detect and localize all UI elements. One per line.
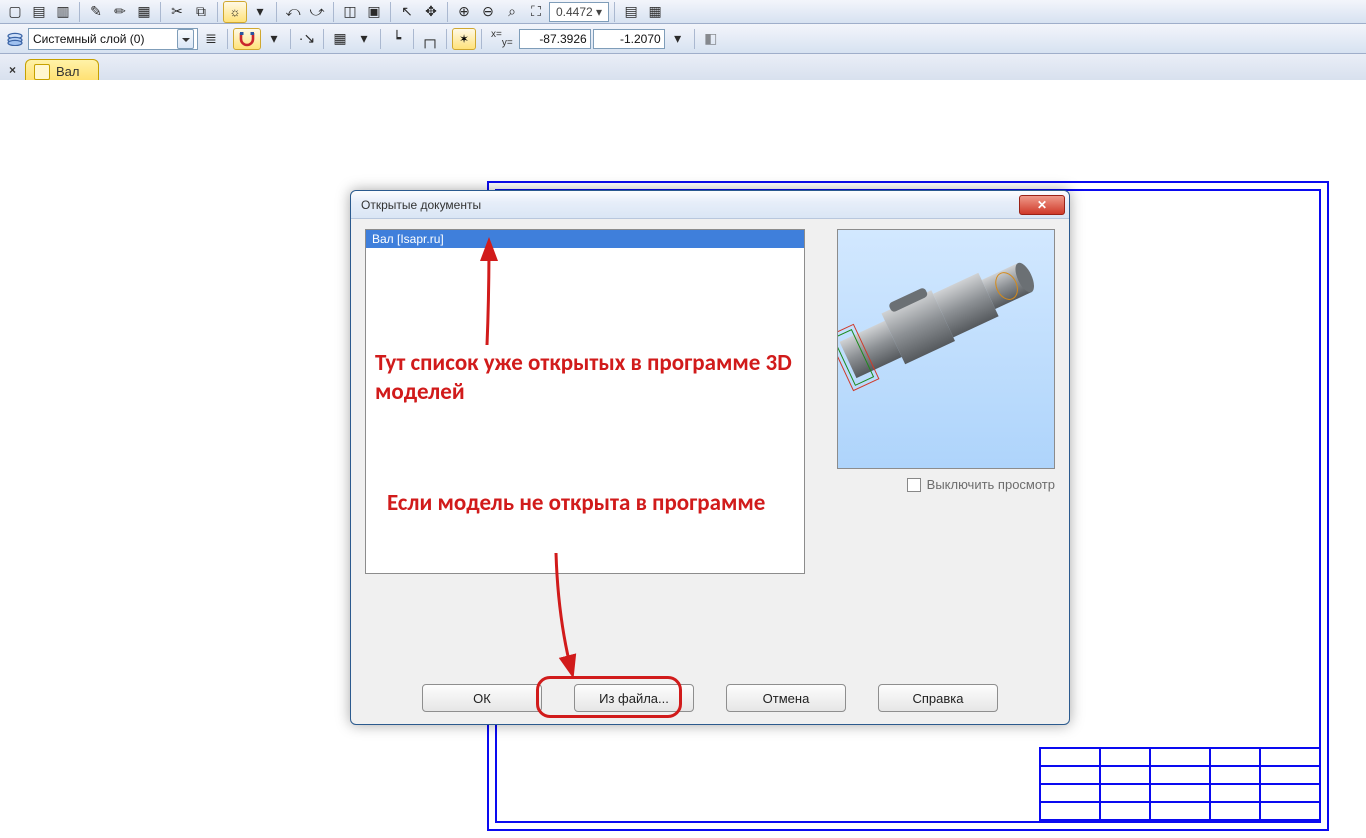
zoom-value-display[interactable]: 0.4472 ▾	[549, 2, 609, 22]
close-tab-button[interactable]: ×	[4, 61, 21, 79]
tool-icon[interactable]: ◧	[700, 28, 722, 50]
tool-icon[interactable]: ▣	[363, 1, 385, 23]
tool-icon[interactable]: ▤	[28, 1, 50, 23]
tool-icon[interactable]: ✂	[166, 1, 188, 23]
snap-magnet-icon[interactable]	[233, 28, 261, 50]
dropdown-icon[interactable]: ▾	[353, 28, 375, 50]
snap-point-icon[interactable]: ·↘	[296, 28, 318, 50]
tool-icon[interactable]: ◫	[339, 1, 361, 23]
tool-icon[interactable]: ▤	[620, 1, 642, 23]
coord-dropdown[interactable]: ▾	[667, 28, 689, 50]
layer-name-label: Системный слой (0)	[33, 32, 144, 46]
checkbox-icon[interactable]	[907, 478, 921, 492]
checkbox-label: Выключить просмотр	[927, 477, 1055, 492]
xy-prefix-label: x=y=	[487, 29, 517, 48]
from-file-button[interactable]: Из файла...	[574, 684, 694, 712]
snap-round-icon[interactable]: ✶	[452, 28, 476, 50]
tool-icon[interactable]: ✎	[85, 1, 107, 23]
tool-icon[interactable]: ▾	[249, 1, 271, 23]
coord-x-input[interactable]	[519, 29, 591, 49]
tool-icon[interactable]: ⧉	[190, 1, 212, 23]
tool-highlighted-icon[interactable]: ☼	[223, 1, 247, 23]
disable-preview-checkbox[interactable]: Выключить просмотр	[907, 477, 1055, 492]
tool-icon[interactable]: ▢	[4, 1, 26, 23]
layers-icon[interactable]	[4, 28, 26, 50]
open-documents-dialog: Открытые документы ✕ Вал [Isapr.ru]	[350, 190, 1070, 725]
cursor-icon[interactable]: ↖	[396, 1, 418, 23]
zoom-region-icon[interactable]: ⌕	[501, 1, 523, 23]
layer-selector[interactable]: Системный слой (0)	[28, 28, 198, 50]
tool-icon[interactable]: ⤻	[306, 1, 328, 23]
tool-icon[interactable]: ✥	[420, 1, 442, 23]
dialog-button-row: ОК Из файла... Отмена Справка	[351, 684, 1069, 712]
coord-y-input[interactable]	[593, 29, 665, 49]
dialog-title: Открытые документы	[361, 198, 1019, 212]
close-icon[interactable]: ✕	[1019, 195, 1065, 215]
zoom-fit-icon[interactable]: ⛶	[525, 1, 547, 23]
documents-listbox[interactable]: Вал [Isapr.ru]	[365, 229, 805, 574]
zoom-out-icon[interactable]: ⊖	[477, 1, 499, 23]
toolbar-row-2: Системный слой (0) ≣ ▾ ·↘ ▦ ▾ ┕ ┌┐ ✶ x=y…	[0, 24, 1366, 54]
toolbar-row-1: ▢ ▤ ▥ ✎ ✏ ▦ ✂ ⧉ ☼ ▾ ⤺ ⤻ ◫ ▣ ↖ ✥ ⊕ ⊖ ⌕ ⛶ …	[0, 0, 1366, 24]
tool-icon[interactable]: ⤺	[282, 1, 304, 23]
tab-label: Вал	[56, 64, 80, 79]
ok-button[interactable]: ОК	[422, 684, 542, 712]
help-button[interactable]: Справка	[878, 684, 998, 712]
tool-icon[interactable]: ✏	[109, 1, 131, 23]
cancel-button[interactable]: Отмена	[726, 684, 846, 712]
document-icon	[34, 64, 50, 80]
dialog-titlebar[interactable]: Открытые документы ✕	[351, 191, 1069, 219]
model-preview	[837, 229, 1055, 469]
ortho-lcs-icon[interactable]: ┕	[386, 28, 408, 50]
zoom-in-icon[interactable]: ⊕	[453, 1, 475, 23]
tool-icon[interactable]: ▦	[133, 1, 155, 23]
ortho-step-icon[interactable]: ┌┐	[419, 28, 441, 50]
layers-manage-icon[interactable]: ≣	[200, 28, 222, 50]
list-item[interactable]: Вал [Isapr.ru]	[366, 230, 804, 248]
tool-icon[interactable]: ▥	[52, 1, 74, 23]
dropdown-icon[interactable]: ▾	[263, 28, 285, 50]
tool-icon[interactable]: ▦	[644, 1, 666, 23]
grid-icon[interactable]: ▦	[329, 28, 351, 50]
